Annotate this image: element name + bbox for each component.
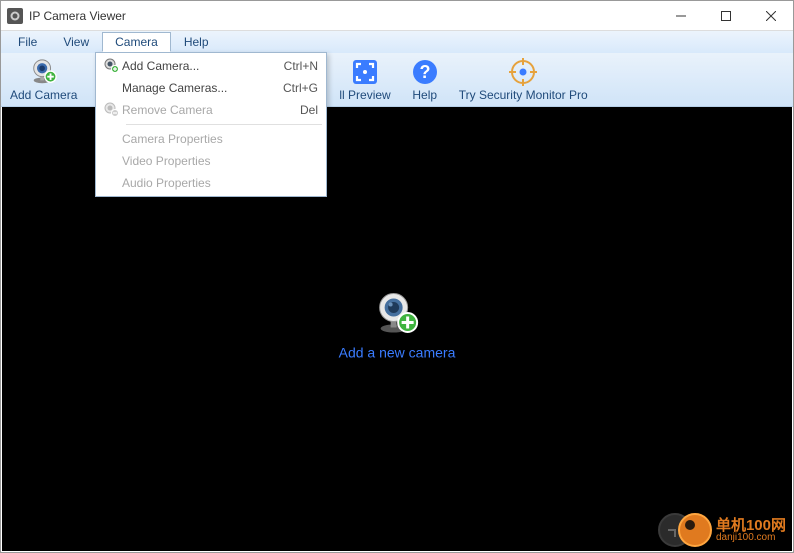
toolbar-help-button[interactable]: ? Help (402, 55, 448, 105)
toolbar-help-label: Help (412, 88, 437, 102)
close-button[interactable] (748, 1, 793, 30)
dropdown-video-properties: Video Properties (98, 150, 324, 172)
toolbar-try-pro-button[interactable]: Try Security Monitor Pro (450, 55, 597, 105)
watermark-circle-back (658, 513, 692, 547)
dropdown-audio-properties-label: Audio Properties (122, 176, 318, 190)
dropdown-remove-camera: Remove Camera Del (98, 99, 324, 121)
add-camera-prompt-label: Add a new camera (339, 345, 456, 361)
title-text: IP Camera Viewer (29, 9, 658, 23)
titlebar: IP Camera Viewer (1, 1, 793, 31)
dropdown-remove-camera-label: Remove Camera (122, 103, 300, 117)
help-icon: ? (411, 58, 439, 86)
menu-help[interactable]: Help (171, 32, 222, 52)
menu-file[interactable]: File (5, 32, 50, 52)
webcam-add-icon (30, 58, 58, 86)
toolbar-add-camera-button[interactable]: Add Camera (5, 55, 82, 105)
window-controls (658, 1, 793, 30)
watermark-line1: 单机100网 (716, 518, 786, 533)
fullscreen-icon (351, 58, 379, 86)
add-camera-prompt[interactable]: Add a new camera (339, 291, 456, 361)
webcam-add-small-icon (100, 58, 122, 74)
toolbar-full-preview-label: ll Preview (339, 88, 390, 102)
separator (126, 124, 322, 125)
toolbar-add-camera-label: Add Camera (10, 88, 77, 102)
dropdown-video-properties-label: Video Properties (122, 154, 318, 168)
menu-view[interactable]: View (50, 32, 102, 52)
dropdown-manage-cameras[interactable]: Manage Cameras... Ctrl+G (98, 77, 324, 99)
webcam-remove-small-icon (100, 102, 122, 118)
svg-text:?: ? (419, 62, 430, 82)
dropdown-manage-cameras-label: Manage Cameras... (122, 81, 283, 95)
webcam-add-large-icon (374, 291, 420, 337)
app-icon (7, 8, 23, 24)
minimize-button[interactable] (658, 1, 703, 30)
dropdown-add-camera-shortcut: Ctrl+N (284, 59, 318, 73)
menu-camera[interactable]: Camera (102, 32, 171, 52)
dropdown-add-camera-label: Add Camera... (122, 59, 284, 73)
toolbar-try-pro-label: Try Security Monitor Pro (459, 88, 588, 102)
dropdown-camera-properties: Camera Properties (98, 128, 324, 150)
dropdown-add-camera[interactable]: Add Camera... Ctrl+N (98, 55, 324, 77)
menubar: File View Camera Help (1, 31, 793, 53)
watermark-line2: danji100.com (716, 533, 786, 543)
target-icon (509, 58, 537, 86)
dropdown-remove-camera-shortcut: Del (300, 103, 318, 117)
toolbar-full-preview-button[interactable]: ll Preview (330, 55, 399, 105)
dropdown-audio-properties: Audio Properties (98, 172, 324, 194)
dropdown-manage-cameras-shortcut: Ctrl+G (283, 81, 318, 95)
maximize-button[interactable] (703, 1, 748, 30)
dropdown-camera-properties-label: Camera Properties (122, 132, 318, 146)
camera-dropdown-menu: Add Camera... Ctrl+N Manage Cameras... C… (95, 52, 327, 197)
watermark-circle-front (678, 513, 712, 547)
watermark: 单机100网 danji100.com (658, 513, 786, 547)
